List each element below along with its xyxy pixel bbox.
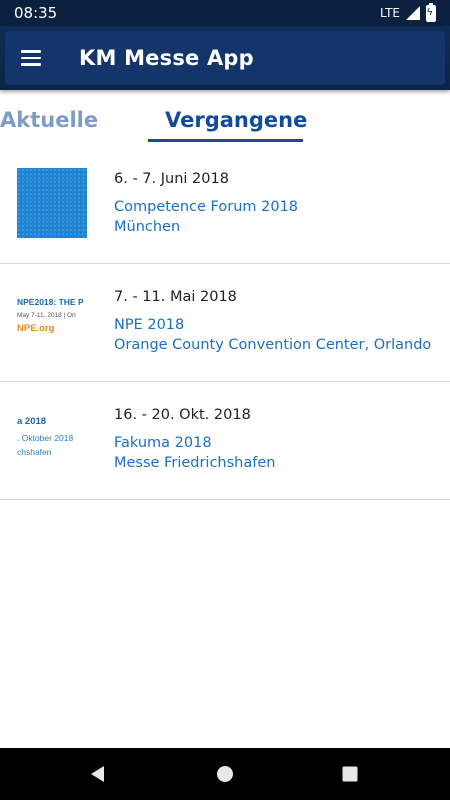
event-location: München — [114, 219, 181, 235]
thumb-text: a 2018 — [17, 416, 47, 427]
event-date: 7. - 11. Mai 2018 — [114, 289, 237, 305]
battery-charging-icon: ϟ — [426, 2, 436, 22]
event-item-competence-forum[interactable]: 6. - 7. Juni 2018 Competence Forum 2018 … — [0, 146, 450, 264]
blue-texture-image — [17, 168, 87, 238]
app-title: KM Messe App — [79, 46, 254, 70]
event-location: Messe Friedrichshafen — [114, 455, 276, 471]
home-icon[interactable] — [216, 765, 234, 783]
event-list: 6. - 7. Juni 2018 Competence Forum 2018 … — [0, 146, 450, 500]
event-date: 16. - 20. Okt. 2018 — [114, 407, 251, 423]
app-bar: KM Messe App — [0, 26, 450, 90]
event-date: 6. - 7. Juni 2018 — [114, 171, 229, 187]
thumb-text: . Oktober 2018 — [17, 433, 74, 443]
tab-aktuelle[interactable]: Aktuelle — [0, 108, 98, 132]
tab-indicator — [148, 139, 303, 142]
status-bar: 08:35 LTE ϟ — [0, 0, 450, 26]
event-item-fakuma[interactable]: a 2018 . Oktober 2018 chshafen 16. - 20.… — [0, 382, 450, 500]
event-name: Competence Forum 2018 — [114, 199, 299, 215]
app-bar-inner: KM Messe App — [5, 31, 445, 85]
recent-apps-icon[interactable] — [341, 765, 359, 783]
system-nav-bar — [0, 748, 450, 800]
status-time: 08:35 — [14, 4, 58, 22]
network-type: LTE — [380, 6, 400, 20]
thumb-text: chshafen — [17, 447, 52, 457]
status-icons: LTE ϟ — [380, 2, 436, 22]
back-icon[interactable] — [89, 765, 107, 783]
signal-icon — [406, 6, 420, 20]
event-name: Fakuma 2018 — [114, 435, 212, 451]
tab-bar: Aktuelle Vergangene — [0, 90, 450, 146]
event-item-npe[interactable]: NPE2018: THE P May 7-11, 2018 | Orl NPE.… — [0, 264, 450, 382]
fakuma-logo-image: a 2018 . Oktober 2018 chshafen — [17, 404, 87, 474]
tab-vergangene[interactable]: Vergangene — [165, 108, 307, 132]
thumb-text: May 7-11, 2018 | Orl — [17, 312, 76, 319]
event-location: Orange County Convention Center, Orlando — [114, 337, 432, 353]
thumb-text: NPE2018: THE P — [17, 297, 84, 307]
npe-logo-image: NPE2018: THE P May 7-11, 2018 | Orl NPE.… — [17, 286, 87, 356]
event-name: NPE 2018 — [114, 317, 185, 333]
thumb-text: NPE.org — [17, 323, 55, 334]
hamburger-menu-icon[interactable] — [5, 31, 57, 85]
